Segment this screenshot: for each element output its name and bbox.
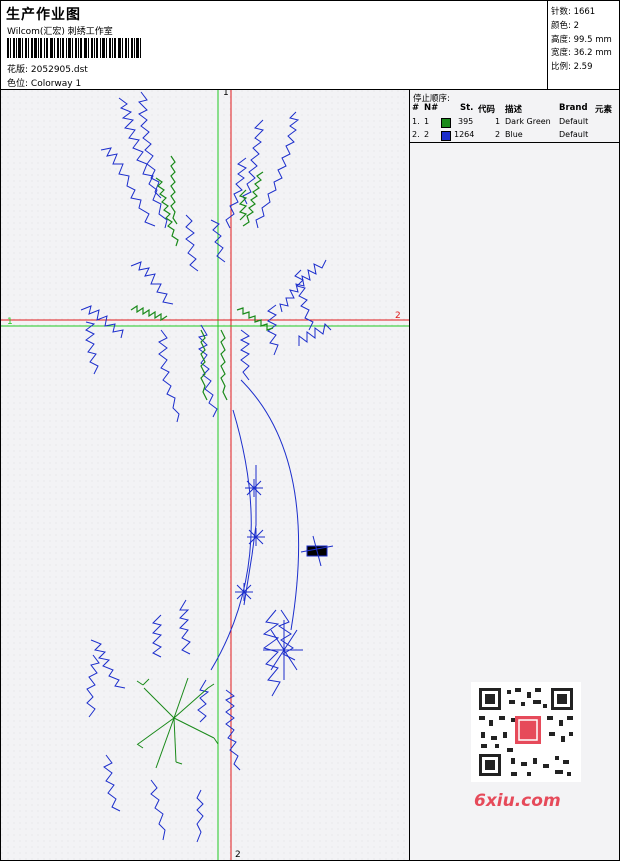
row-desc: Dark Green	[505, 117, 551, 126]
row-stitches: 1264	[454, 130, 475, 139]
row-n: 1	[424, 117, 430, 126]
row-stitches: 395	[458, 117, 474, 126]
embroidery-preview: 1 2 1 2	[1, 90, 410, 860]
embroidery-canvas: 1 2 1 2	[1, 90, 409, 860]
colorway-name: Colorway 1	[30, 79, 82, 89]
sheet-title: 生产作业图	[6, 7, 81, 23]
axis-v1-label: 1	[223, 90, 229, 98]
sheet-header: 生产作业图 Wilcom(汇宏) 刺绣工作室 花版: 2052905.dst 色…	[1, 1, 619, 90]
axis-h1-label: 1	[7, 317, 13, 327]
design-file: 花版: 2052905.dst	[7, 62, 88, 75]
row-seq: 2.	[412, 130, 420, 139]
color-swatch	[441, 118, 451, 128]
row-seq: 1.	[412, 117, 420, 126]
design-label: 花版:	[7, 65, 29, 75]
stat-scale: 比例: 2.59	[551, 62, 593, 72]
col-desc: 描述	[505, 105, 523, 115]
stat-height: 高度: 99.5 mm	[551, 35, 612, 45]
row-n: 2	[424, 130, 430, 139]
col-stitches: St.	[460, 103, 474, 113]
colorway: 色位: Colorway 1	[7, 76, 81, 89]
row-brand: Default	[559, 130, 589, 139]
panel-divider	[410, 142, 619, 143]
color-swatch	[441, 131, 451, 141]
row-code: 2	[495, 130, 501, 139]
col-n: N#	[424, 103, 439, 113]
axis-v2-label: 2	[235, 850, 241, 860]
stat-stitches: 针数: 1661	[551, 7, 596, 17]
colorway-label: 色位:	[7, 79, 29, 89]
stop-sequence-columns: # N# St. 代码 描述 Brand 元素	[410, 103, 619, 115]
barcode	[7, 38, 141, 58]
stats-panel: 针数: 1661 颜色: 2 高度: 99.5 mm 宽度: 36.2 mm 比…	[547, 1, 620, 89]
work-sheet: 生产作业图 Wilcom(汇宏) 刺绣工作室 花版: 2052905.dst 色…	[0, 0, 620, 861]
row-desc: Blue	[505, 130, 523, 139]
stat-width: 宽度: 36.2 mm	[551, 48, 612, 58]
design-file-name: 2052905.dst	[30, 65, 88, 75]
col-brand: Brand	[559, 103, 588, 113]
col-code: 代码	[478, 105, 496, 115]
table-row: 2. 2 1264 2 Blue Default	[410, 130, 619, 142]
studio-name: Wilcom(汇宏) 刺绣工作室	[7, 27, 113, 37]
stat-colors: 颜色: 2	[551, 21, 579, 31]
table-row: 1. 1 395 1 Dark Green Default	[410, 117, 619, 129]
col-element: 元素	[595, 105, 613, 115]
row-brand: Default	[559, 117, 589, 126]
axis-h2-label: 2	[395, 311, 401, 321]
qr-code	[471, 682, 581, 782]
row-code: 1	[495, 117, 501, 126]
site-watermark: 6xiu.com	[474, 791, 561, 811]
col-seq: #	[412, 103, 420, 113]
